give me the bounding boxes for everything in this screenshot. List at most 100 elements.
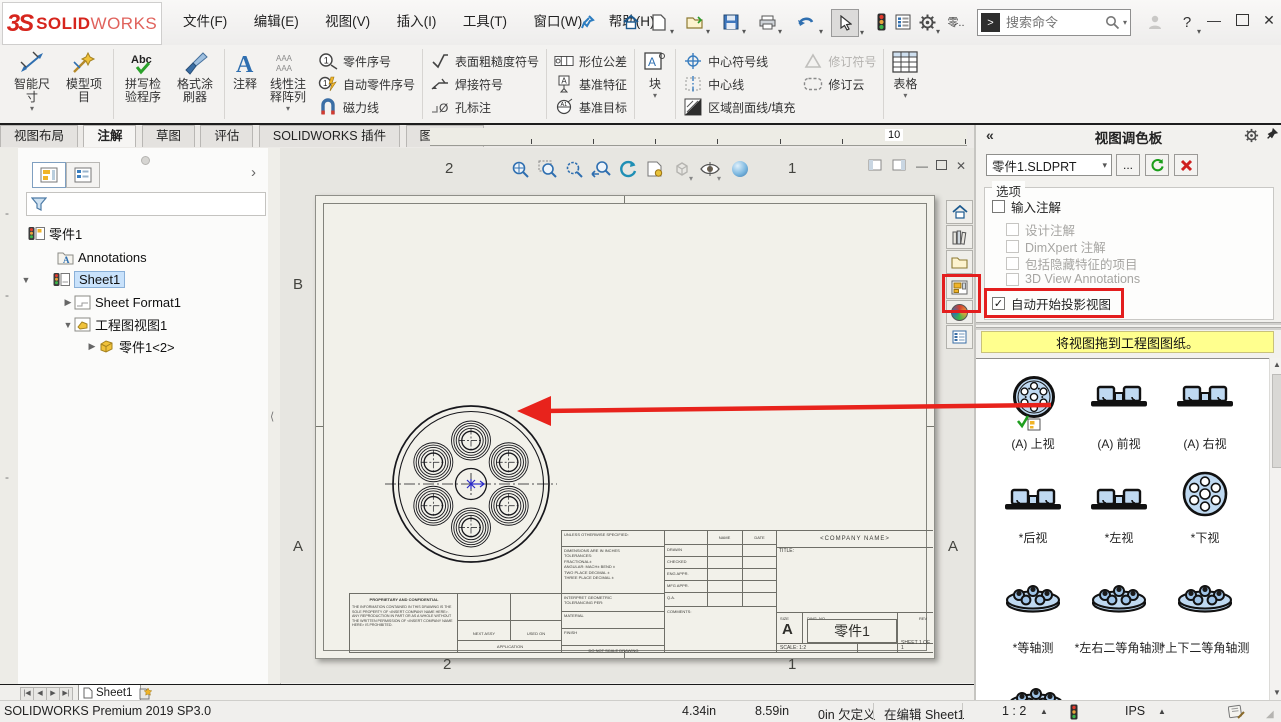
surface-finish-button[interactable]: 表面粗糙度符号 bbox=[430, 50, 539, 72]
zoom-button[interactable] bbox=[562, 158, 586, 180]
select-button[interactable]: ▾ bbox=[831, 9, 859, 37]
home-tab-button[interactable] bbox=[946, 200, 973, 224]
panel-expand-chevron[interactable]: › bbox=[251, 164, 256, 181]
open-button[interactable]: ▾ bbox=[682, 9, 708, 35]
tree-item-annotations[interactable]: A Annotations bbox=[18, 247, 268, 268]
thumb-isometric-view[interactable] bbox=[1006, 581, 1060, 613]
menu-file[interactable]: 文件(F) bbox=[172, 0, 238, 44]
undo-button[interactable]: ▾ bbox=[793, 9, 819, 35]
revision-cloud-button[interactable]: 修订云 bbox=[803, 73, 876, 95]
property-manager-tab[interactable] bbox=[66, 162, 100, 188]
search-input[interactable] bbox=[1004, 14, 1105, 31]
options-gear-icon[interactable]: ▾ bbox=[914, 9, 940, 35]
tab-annotation[interactable]: 注解 bbox=[83, 125, 136, 147]
save-button[interactable]: ▾ bbox=[718, 9, 744, 35]
thumb-right-view[interactable] bbox=[1177, 384, 1233, 408]
view-label[interactable]: (A) 前视 bbox=[1074, 437, 1164, 451]
view-label[interactable]: (A) 右视 bbox=[1160, 437, 1250, 451]
scroll-down-arrow[interactable]: ▼ bbox=[1270, 686, 1281, 700]
pane-options-gear-icon[interactable] bbox=[1244, 128, 1259, 143]
view-label[interactable]: *等轴测 bbox=[988, 641, 1078, 655]
view-label[interactable]: *下视 bbox=[1160, 531, 1250, 545]
thumb-back-view[interactable] bbox=[1005, 487, 1061, 511]
tab-evaluate[interactable]: 评估 bbox=[200, 125, 253, 147]
weld-symbol-button[interactable]: 焊接符号 bbox=[430, 73, 539, 95]
toolbar-list-button[interactable] bbox=[890, 9, 916, 35]
maximize-button[interactable] bbox=[1231, 13, 1253, 29]
status-tags-icon[interactable] bbox=[1228, 704, 1245, 719]
doc-minimize-button[interactable]: — bbox=[916, 159, 928, 173]
model-items-button[interactable]: 模型项目 bbox=[58, 45, 110, 123]
geometric-tolerance-button[interactable]: 形位公差 bbox=[554, 50, 627, 72]
prev-sheet-button[interactable]: ◀ bbox=[33, 687, 47, 701]
auto-balloon-button[interactable]: 1 自动零件序号 bbox=[318, 73, 415, 95]
view-label[interactable]: *上下二等角轴测 bbox=[1160, 641, 1250, 655]
view-palette-tab-button[interactable] bbox=[946, 275, 973, 299]
split-pane-left-button[interactable] bbox=[868, 159, 882, 171]
view-label[interactable]: *后视 bbox=[988, 531, 1078, 545]
file-explorer-tab-button[interactable] bbox=[946, 250, 973, 274]
sheet1-tab[interactable]: Sheet1 bbox=[78, 685, 141, 701]
search-magnifier-icon[interactable] bbox=[1105, 15, 1120, 30]
thumb-front-view[interactable] bbox=[1091, 384, 1147, 408]
rotate-view-button[interactable] bbox=[616, 158, 640, 180]
zoom-fit-button[interactable] bbox=[508, 158, 532, 180]
status-scale[interactable]: 1 : 2 bbox=[1002, 704, 1026, 718]
thumb-partial-view[interactable] bbox=[1009, 684, 1063, 701]
hole-callout-button[interactable]: Ø 孔标注 bbox=[430, 96, 539, 118]
balloon-button[interactable]: 1 零件序号 bbox=[318, 50, 415, 72]
note-button[interactable]: A 注释 bbox=[228, 45, 262, 123]
home-button[interactable] bbox=[618, 9, 644, 35]
view-label[interactable]: *左视 bbox=[1074, 531, 1164, 545]
split-pane-right-button[interactable] bbox=[892, 159, 906, 171]
close-palette-button[interactable] bbox=[1174, 154, 1198, 176]
pin-menu-icon[interactable] bbox=[575, 9, 601, 35]
toolbar-overflow-button[interactable]: 零.. bbox=[944, 9, 968, 35]
display-style-button[interactable]: ▾ bbox=[670, 158, 694, 180]
format-painter-button[interactable]: 格式涂刷器 bbox=[169, 45, 221, 123]
centerline-button[interactable]: 中心线 bbox=[683, 73, 795, 95]
appearances-tab-button[interactable] bbox=[946, 300, 973, 324]
smart-dimension-button[interactable]: 智能尺寸 ▾ bbox=[6, 45, 58, 123]
add-sheet-button[interactable] bbox=[138, 687, 152, 700]
checkbox-import-annotations[interactable]: 输入注解 bbox=[992, 197, 1061, 216]
tables-button[interactable]: 表格 ▾ bbox=[887, 45, 923, 123]
tree-item-drawing-view[interactable]: ▼ 工程图视图1 bbox=[18, 314, 268, 335]
tab-addins[interactable]: SOLIDWORKS 插件 bbox=[259, 125, 400, 147]
tab-sketch[interactable]: 草图 bbox=[142, 125, 195, 147]
checkbox-3d-view-annotations[interactable]: 3D View Annotations bbox=[1006, 272, 1140, 286]
thumb-dimetric-tb-view[interactable] bbox=[1178, 581, 1232, 613]
scroll-thumb[interactable] bbox=[1272, 374, 1281, 468]
checkbox-box-checked[interactable]: ✓ bbox=[992, 297, 1005, 310]
thumb-left-view[interactable] bbox=[1091, 487, 1147, 511]
view-label[interactable]: *左右二等角轴测 bbox=[1074, 641, 1164, 655]
scroll-up-arrow[interactable]: ▲ bbox=[1270, 358, 1281, 372]
area-hatch-button[interactable]: 区域剖面线/填充 bbox=[683, 96, 795, 118]
menu-insert[interactable]: 插入(I) bbox=[386, 0, 448, 44]
checkbox-hidden-features[interactable]: 包括隐藏特征的项目 bbox=[1006, 254, 1138, 273]
doc-restore-button[interactable] bbox=[936, 159, 947, 173]
help-button[interactable]: ? ▾ bbox=[1174, 9, 1200, 35]
menu-edit[interactable]: 编辑(E) bbox=[243, 0, 310, 44]
user-account-icon[interactable] bbox=[1142, 9, 1168, 35]
tab-view-layout[interactable]: 视图布局 bbox=[0, 125, 78, 147]
minimize-button[interactable]: — bbox=[1203, 12, 1225, 28]
revision-symbol-button[interactable]: 修订符号 bbox=[803, 50, 876, 72]
palette-scrollbar[interactable]: ▲ ▼ bbox=[1269, 358, 1281, 700]
thumb-dimetric-lr-view[interactable] bbox=[1092, 581, 1146, 613]
menu-tools[interactable]: 工具(T) bbox=[452, 0, 518, 44]
resize-grip[interactable]: ◢ bbox=[1266, 709, 1274, 720]
center-mark-button[interactable]: 中心符号线 bbox=[683, 50, 795, 72]
panel-handle[interactable] bbox=[141, 156, 150, 165]
graphics-area[interactable]: ▾ ▾ 2 1 2 1 B A A — ✕ bbox=[280, 148, 974, 683]
tree-item-sheet1[interactable]: ▼ Sheet1 bbox=[18, 269, 268, 290]
new-file-button[interactable]: ▾ bbox=[646, 9, 672, 35]
linear-note-pattern-button[interactable]: AAAAAA 线性注释阵列 ▾ bbox=[262, 45, 314, 123]
refresh-button[interactable] bbox=[1145, 154, 1169, 176]
document-select[interactable]: 零件1.SLDPRT▾ bbox=[986, 154, 1112, 176]
tree-item-sheet-format[interactable]: ▶ Sheet Format1 bbox=[18, 292, 268, 313]
view-label[interactable]: (A) 上视 bbox=[988, 437, 1078, 451]
drawing-view-top[interactable] bbox=[381, 396, 561, 572]
thumb-top-view[interactable] bbox=[1012, 375, 1056, 419]
custom-properties-tab-button[interactable] bbox=[946, 325, 973, 349]
